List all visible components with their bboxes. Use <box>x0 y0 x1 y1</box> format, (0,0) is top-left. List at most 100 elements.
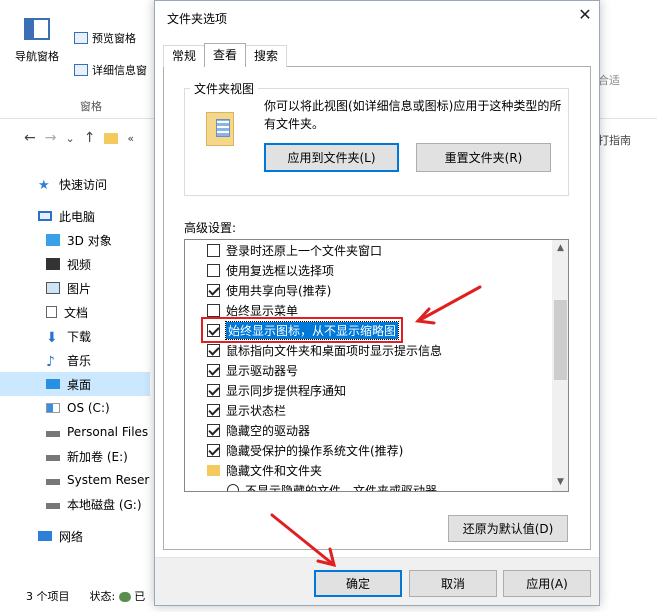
tree-item-local-disk-g[interactable]: 本地磁盘 (G:) <box>0 492 150 516</box>
tree-item-label: 桌面 <box>67 377 92 392</box>
tab-view[interactable]: 查看 <box>204 43 247 67</box>
nav-pane-button[interactable]: 导航窗格 <box>14 18 60 64</box>
setting-label: 隐藏空的驱动器 <box>226 423 311 438</box>
forward-arrow-icon[interactable]: → <box>45 130 57 146</box>
tree-item-documents[interactable]: 文档 <box>0 300 150 324</box>
up-arrow-icon[interactable]: ↑ <box>84 130 96 146</box>
checkbox-checked-icon[interactable] <box>207 283 220 297</box>
details-pane-button[interactable]: 详细信息窗 <box>74 62 147 78</box>
tree-item-music[interactable]: ♪ 音乐 <box>0 348 150 372</box>
drive-icon <box>46 454 60 461</box>
setting-drive-letters[interactable]: 显示驱动器号 <box>207 360 298 380</box>
item-count: 3 个项目 <box>26 590 70 603</box>
scroll-up-icon[interactable]: ▲ <box>552 240 568 257</box>
recent-locations-icon[interactable]: ⌄ <box>65 132 74 145</box>
desktop-icon <box>46 379 60 389</box>
setting-label: 显示状态栏 <box>226 403 287 418</box>
tree-item-videos[interactable]: 视频 <box>0 252 150 276</box>
setting-sharing-wizard[interactable]: 使用共享向导(推荐) <box>207 280 331 300</box>
setting-item-checkboxes[interactable]: 使用复选框以选择项 <box>207 260 334 280</box>
checkbox-checked-icon[interactable] <box>207 383 220 397</box>
tree-item-quick-access[interactable]: ★ 快速访问 <box>0 172 150 196</box>
tree-item-volume-e[interactable]: 新加卷 (E:) <box>0 444 150 468</box>
status-state: 状态: 已 <box>90 588 146 604</box>
restore-defaults-button[interactable]: 还原为默认值(D) <box>448 515 568 542</box>
list-scrollbar[interactable]: ▲ ▼ <box>552 240 568 491</box>
tree-item-downloads[interactable]: ⬇ 下载 <box>0 324 150 348</box>
status-label: 状态: <box>89 590 116 603</box>
users-icon <box>118 592 131 602</box>
tree-item-label: 文档 <box>64 305 89 320</box>
setting-label: 隐藏文件和文件夹 <box>226 463 323 478</box>
setting-restore-windows[interactable]: 登录时还原上一个文件夹窗口 <box>207 240 382 260</box>
ok-button[interactable]: 确定 <box>314 570 402 597</box>
tab-general[interactable]: 常规 <box>163 45 206 67</box>
setting-label: 始终显示菜单 <box>226 303 299 318</box>
tree-item-label: 音乐 <box>67 353 92 368</box>
folder-view-icon <box>206 112 234 146</box>
checkbox-checked-icon[interactable] <box>207 343 220 357</box>
checkbox-icon[interactable] <box>207 303 220 317</box>
tree-item-network[interactable]: 网络 <box>0 524 150 548</box>
radio-icon[interactable] <box>227 484 239 491</box>
setting-label: 显示同步提供程序通知 <box>226 383 347 398</box>
nav-pane-icon <box>24 18 50 40</box>
close-icon[interactable]: ✕ <box>575 5 595 25</box>
apply-to-folders-button[interactable]: 应用到文件夹(L) <box>264 143 399 172</box>
tree-item-3d-objects[interactable]: 3D 对象 <box>0 228 150 252</box>
tab-search[interactable]: 搜索 <box>245 45 288 67</box>
windows-drive-icon <box>46 403 60 413</box>
tree-item-label: 新加卷 (E:) <box>67 449 128 464</box>
preview-pane-button[interactable]: 预览窗格 <box>74 30 136 46</box>
setting-hide-protected-files[interactable]: 隐藏受保护的操作系统文件(推荐) <box>207 440 403 460</box>
setting-label: 登录时还原上一个文件夹窗口 <box>226 243 383 258</box>
tree-item-this-pc[interactable]: 此电脑 <box>0 204 150 228</box>
ribbon-partial-text: 合适 <box>598 74 620 87</box>
pc-icon <box>38 211 52 221</box>
checkbox-icon[interactable] <box>207 263 220 277</box>
explorer-ribbon-right <box>590 0 657 120</box>
setting-status-bar[interactable]: 显示状态栏 <box>207 400 286 420</box>
tree-item-label: 此电脑 <box>59 209 96 224</box>
setting-label: 隐藏受保护的操作系统文件(推荐) <box>226 443 404 458</box>
scroll-thumb[interactable] <box>554 300 567 380</box>
back-arrow-icon[interactable]: ← <box>24 130 36 146</box>
scroll-down-icon[interactable]: ▼ <box>552 474 568 491</box>
tree-item-label: 下载 <box>67 329 92 344</box>
folder-icon <box>104 132 119 144</box>
setting-dont-show-hidden[interactable]: 不显示隐藏的文件、文件夹或驱动器 <box>227 480 438 492</box>
setting-hide-empty-drives[interactable]: 隐藏空的驱动器 <box>207 420 310 440</box>
path-partial[interactable]: « <box>127 132 134 145</box>
tree-item-label: Personal Files <box>67 425 149 439</box>
tree-item-personal-files[interactable]: Personal Files <box>0 420 150 444</box>
ribbon-divider <box>0 118 160 119</box>
setting-popup-description[interactable]: 鼠标指向文件夹和桌面项时显示提示信息 <box>207 340 442 360</box>
setting-label: 使用共享向导(推荐) <box>226 283 332 298</box>
drive-icon <box>46 430 60 437</box>
nav-pane-label: 导航窗格 <box>15 50 59 63</box>
folder-view-title: 文件夹视图 <box>190 80 259 97</box>
details-pane-icon <box>74 64 88 76</box>
network-icon <box>38 531 52 541</box>
checkbox-checked-icon[interactable] <box>207 443 220 457</box>
checkbox-checked-icon[interactable] <box>207 423 220 437</box>
setting-sync-notifications[interactable]: 显示同步提供程序通知 <box>207 380 346 400</box>
checkbox-checked-icon[interactable] <box>207 363 220 377</box>
tree-item-desktop[interactable]: 桌面 <box>0 372 150 396</box>
advanced-settings-list[interactable]: 登录时还原上一个文件夹窗口 使用复选框以选择项 使用共享向导(推荐) 始终显示菜… <box>184 239 569 492</box>
cancel-button[interactable]: 取消 <box>409 570 497 597</box>
checkbox-icon[interactable] <box>207 243 220 257</box>
star-icon: ★ <box>38 178 50 193</box>
tree-item-system-reserved[interactable]: System Reser <box>0 468 150 492</box>
document-icon <box>46 306 57 318</box>
explorer-nav-bar: ← → ⌄ ↑ « <box>0 124 160 152</box>
tree-item-label: OS (C:) <box>67 401 110 415</box>
tree-item-os-c[interactable]: OS (C:) <box>0 396 150 420</box>
annotation-highlight-box <box>201 317 403 343</box>
checkbox-checked-icon[interactable] <box>207 403 220 417</box>
reset-folders-button[interactable]: 重置文件夹(R) <box>416 143 551 172</box>
tree-item-pictures[interactable]: 图片 <box>0 276 150 300</box>
details-pane-label: 详细信息窗 <box>92 64 147 77</box>
setting-label: 不显示隐藏的文件、文件夹或驱动器 <box>245 483 438 492</box>
apply-button[interactable]: 应用(A) <box>503 570 591 597</box>
